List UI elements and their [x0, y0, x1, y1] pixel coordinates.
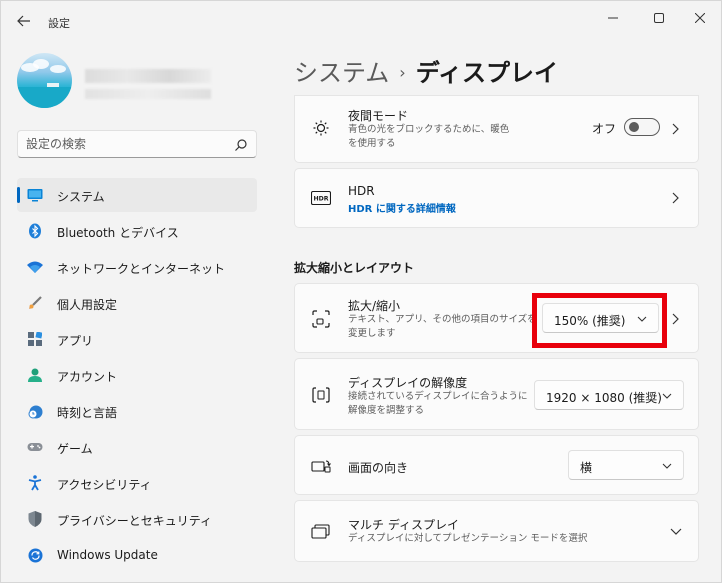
sidebar-item-label: 個人用設定: [57, 298, 118, 312]
hdr-learn-more-link[interactable]: HDR に関する詳細情報: [348, 200, 456, 215]
sidebar-nav: システム Bluetooth とデバイス ネットワークとインターネット 個人用設…: [17, 178, 257, 574]
sidebar-item-system[interactable]: システム: [17, 178, 257, 212]
shield-icon: [27, 511, 43, 527]
sidebar-item-label: アカウント: [57, 370, 118, 384]
sidebar-item-network[interactable]: ネットワークとインターネット: [17, 250, 257, 284]
night-light-toggle-state: オフ: [592, 122, 617, 136]
accessibility-icon: [27, 475, 43, 491]
maximize-icon: [654, 13, 664, 23]
close-icon: [695, 13, 705, 23]
chevron-right-icon: [672, 123, 679, 135]
gamepad-icon: [27, 439, 43, 455]
bluetooth-icon: [27, 223, 43, 239]
night-light-desc-line1: 青色の光をブロックするために、暖色: [348, 124, 510, 135]
sidebar-item-label: Bluetooth とデバイス: [57, 226, 179, 240]
scale-desc-line1: テキスト、アプリ、その他の項目のサイズを: [348, 314, 537, 325]
resolution-dropdown[interactable]: 1920 × 1080 (推奨): [534, 380, 684, 410]
blurred-user-email: [85, 89, 211, 99]
section-title-scale-layout: 拡大縮小とレイアウト: [294, 261, 415, 275]
orientation-dropdown[interactable]: 横: [568, 450, 684, 480]
svg-text:HDR: HDR: [313, 196, 328, 203]
sidebar-item-accounts[interactable]: アカウント: [17, 358, 257, 392]
sidebar-item-label: ゲーム: [57, 442, 93, 456]
night-light-desc-line2: を使用する: [348, 138, 396, 149]
search-input[interactable]: [26, 136, 226, 152]
system-icon: [27, 187, 43, 203]
resolution-dropdown-value: 1920 × 1080 (推奨): [546, 391, 662, 405]
sidebar-item-windows-update[interactable]: Windows Update: [17, 538, 257, 572]
chevron-down-icon: [670, 528, 682, 535]
breadcrumb: システム › ディスプレイ: [294, 53, 558, 88]
sidebar-item-privacy[interactable]: プライバシーとセキュリティ: [17, 502, 257, 536]
sidebar-item-gaming[interactable]: ゲーム: [17, 430, 257, 464]
search-icon: [235, 139, 247, 151]
chevron-right-icon: [672, 313, 679, 325]
scale-desc-line2: 変更します: [348, 328, 396, 339]
title-bar: 設定: [1, 1, 721, 41]
resolution-title: ディスプレイの解像度: [348, 376, 468, 390]
sidebar-item-label: プライバシーとセキュリティ: [57, 514, 213, 528]
scale-icon: [311, 309, 331, 329]
scale-dropdown-value: 150% (推奨): [554, 314, 626, 328]
sidebar-item-label: Windows Update: [57, 548, 158, 562]
sidebar-item-accessibility[interactable]: アクセシビリティ: [17, 466, 257, 500]
scale-title: 拡大/縮小: [348, 299, 401, 313]
sidebar-item-label: 時刻と言語: [57, 406, 118, 420]
sidebar-item-bluetooth[interactable]: Bluetooth とデバイス: [17, 214, 257, 248]
multi-display-icon: [311, 522, 331, 542]
night-light-card[interactable]: 夜間モード 青色の光をブロックするために、暖色 を使用する オフ: [294, 95, 699, 163]
clock-globe-icon: [27, 403, 43, 419]
orientation-dropdown-value: 横: [580, 461, 593, 475]
resolution-desc-line2: 解像度を調整する: [348, 405, 425, 416]
close-button[interactable]: [685, 7, 715, 29]
maximize-button[interactable]: [644, 7, 674, 29]
hdr-icon: HDR: [311, 188, 331, 208]
wifi-icon: [27, 259, 43, 275]
avatar: [17, 53, 72, 108]
night-light-icon: [311, 118, 331, 138]
minimize-button[interactable]: [598, 7, 628, 29]
sidebar-item-label: アクセシビリティ: [57, 478, 152, 492]
orientation-title: 画面の向き: [348, 461, 409, 475]
orientation-icon: [311, 456, 331, 476]
minimize-icon: [608, 17, 618, 19]
brush-icon: [27, 295, 43, 311]
back-arrow-icon: [17, 15, 30, 27]
update-icon: [27, 547, 43, 563]
hdr-card[interactable]: HDR HDR HDR に関する詳細情報: [294, 168, 699, 228]
chevron-down-icon: [637, 316, 647, 322]
breadcrumb-separator: ›: [399, 63, 406, 82]
night-light-toggle[interactable]: [624, 118, 660, 136]
page-title: ディスプレイ: [415, 59, 559, 87]
back-button[interactable]: [11, 9, 37, 33]
scale-dropdown[interactable]: 150% (推奨): [542, 303, 659, 333]
window-title: 設定: [48, 17, 70, 30]
sidebar-item-label: ネットワークとインターネット: [57, 262, 226, 276]
multi-display-title: マルチ ディスプレイ: [348, 518, 459, 532]
resolution-desc-line1: 接続されているディスプレイに合うように: [348, 391, 528, 402]
sidebar-item-time-language[interactable]: 時刻と言語: [17, 394, 257, 428]
hdr-title: HDR: [348, 184, 375, 198]
sidebar-item-label: システム: [57, 190, 105, 204]
chevron-down-icon: [662, 463, 672, 469]
resolution-icon: [311, 385, 331, 405]
blurred-user-name: [85, 69, 211, 83]
sidebar-item-label: アプリ: [57, 334, 94, 348]
night-light-title: 夜間モード: [348, 109, 409, 123]
chevron-right-icon: [672, 192, 679, 204]
settings-search-box[interactable]: [17, 130, 257, 158]
multi-display-card[interactable]: マルチ ディスプレイ ディスプレイに対してプレゼンテーション モードを選択: [294, 500, 699, 562]
multi-display-desc: ディスプレイに対してプレゼンテーション モードを選択: [348, 533, 588, 544]
settings-window: 設定 設定の検索 システム Bluetooth とデバイス ネットワークとインタ…: [0, 0, 722, 583]
breadcrumb-parent[interactable]: システム: [294, 59, 389, 87]
sidebar-item-apps[interactable]: アプリ: [17, 322, 257, 356]
account-icon: [27, 367, 43, 383]
chevron-down-icon: [662, 393, 672, 399]
sidebar-item-personalization[interactable]: 個人用設定: [17, 286, 257, 320]
apps-icon: [27, 331, 43, 347]
